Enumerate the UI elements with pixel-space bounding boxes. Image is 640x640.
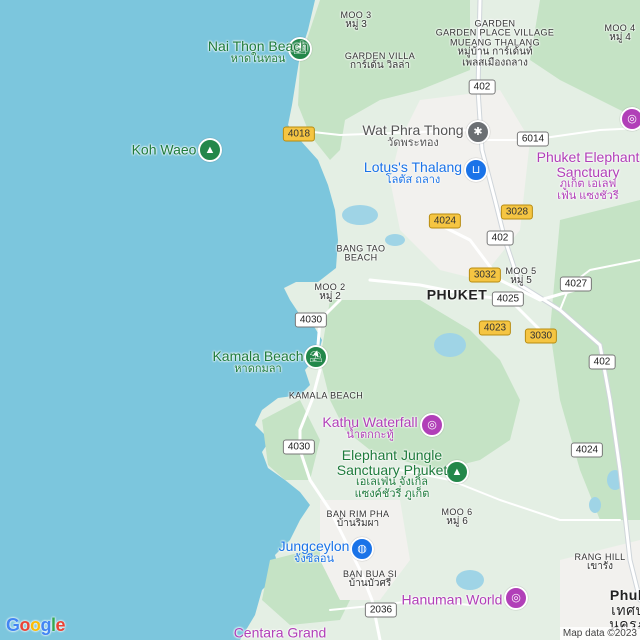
- tree-icon[interactable]: ▲: [198, 138, 222, 162]
- poi-label-hanuman-world[interactable]: Hanuman World: [402, 592, 503, 608]
- area-label-moo5: MOO 5 หมู่ 5: [505, 266, 537, 287]
- lake: [589, 497, 601, 513]
- road-shield-4025: 4025: [491, 291, 525, 307]
- poi-label-centara[interactable]: Centara Grand: [234, 625, 327, 640]
- road-shield-4030: 4030: [282, 439, 316, 455]
- bag-icon[interactable]: ◍: [350, 537, 374, 561]
- road-shield-4024: 4024: [428, 213, 462, 229]
- area-label-kamala: KAMALA BEACH: [288, 390, 364, 401]
- poi-label-koh-waeo[interactable]: Koh Waeo: [132, 142, 197, 158]
- road-shield-4018: 4018: [282, 126, 316, 142]
- area-label-garden-villa: GARDEN VILLA การ์เด้น วิลล่า: [344, 51, 416, 72]
- city-label-phuket-town[interactable]: Phuk เทศบ นครภู: [609, 588, 640, 632]
- road-shield-4024: 4024: [570, 442, 604, 458]
- road-shield-3030: 3030: [524, 328, 558, 344]
- road-shield-3032: 3032: [468, 267, 502, 283]
- area-label-rang-hill: RANG HILL เขารัง: [574, 552, 626, 573]
- poi-label-elephant-jungle[interactable]: Elephant Jungle Sanctuary Phuket เอเลเฟ่…: [337, 448, 448, 500]
- road-shield-6014: 6014: [516, 131, 550, 147]
- road-shield-402: 402: [468, 79, 496, 95]
- camera-icon[interactable]: ◎: [504, 586, 528, 610]
- area-label-moo2: MOO 2 หมู่ 2: [314, 282, 346, 303]
- road-shield-4027: 4027: [559, 276, 593, 292]
- poi-label-kamala-beach[interactable]: Kamala Beach หาดกมลา: [212, 349, 303, 375]
- area-label-moo3: MOO 3 หมู่ 3: [340, 10, 372, 31]
- area-label-bang-tao: BANG TAO BEACH: [336, 243, 386, 263]
- poi-label-phuket-elephant[interactable]: Phuket Elephant Sanctuary ภูเก็ต เอเลฟ เ…: [537, 150, 640, 202]
- area-label-moo4: MOO 4 หมู่ 4: [604, 23, 636, 44]
- road-shield-4023: 4023: [478, 320, 512, 336]
- road-shield-4030: 4030: [294, 312, 328, 328]
- map-attribution[interactable]: Map data ©2023: [559, 627, 640, 640]
- temple-icon[interactable]: ✱: [466, 120, 490, 144]
- poi-label-wat-phra-thong[interactable]: Wat Phra Thong วัดพระทอง: [362, 123, 463, 149]
- lake: [342, 205, 378, 225]
- beach-icon[interactable]: ⛱: [304, 345, 328, 369]
- camera-icon[interactable]: ◎: [620, 107, 640, 131]
- area-label-ban-bua-si: BAN BUA SI บ้านบัวศรี: [342, 569, 398, 590]
- cart-icon[interactable]: ⊔: [464, 158, 488, 182]
- area-label-garden-place: GARDEN GARDEN PLACE VILLAGE MUEANG THALA…: [435, 18, 555, 69]
- road-shield-2036: 2036: [364, 602, 398, 618]
- area-label-ban-rim-pha: BAN RIM PHA บ้านริมผา: [326, 509, 390, 530]
- road-shield-402: 402: [588, 354, 616, 370]
- google-logo[interactable]: Google: [6, 615, 66, 636]
- poi-label-kathu-waterfall[interactable]: Kathu Waterfall น้ำตกกะทู้: [322, 415, 417, 441]
- poi-label-jungceylon[interactable]: Jungceylon จังซีลอน: [279, 539, 350, 565]
- poi-label-lotus[interactable]: Lotus's Thalang โลตัส ถลาง: [364, 160, 462, 186]
- road-shield-402: 402: [486, 230, 514, 246]
- area-label-moo6: MOO 6 หมู่ 6: [441, 507, 473, 528]
- road-shield-3028: 3028: [500, 204, 534, 220]
- lake: [434, 333, 466, 357]
- lake: [456, 570, 484, 590]
- city-label-phuket[interactable]: PHUKET: [427, 287, 488, 303]
- lake: [385, 234, 405, 246]
- tree-icon[interactable]: ▲: [445, 460, 469, 484]
- camera-icon[interactable]: ◎: [420, 413, 444, 437]
- map-canvas[interactable]: ⛱ ▲ ✱ ⊔ ◎ ⛱ ◎ ▲ ◍ ◎ Nai Thon Beach หาดใน…: [0, 0, 640, 640]
- poi-label-nai-thon[interactable]: Nai Thon Beach หาดในทอน: [208, 39, 308, 65]
